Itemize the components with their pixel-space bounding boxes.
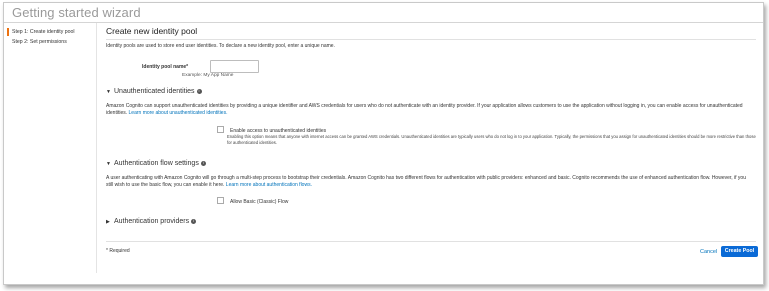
- steps-sidebar: Step 1: Create identity pool Step 2: Set…: [4, 27, 94, 47]
- auth-flow-learn-more-link[interactable]: Learn more about authentication flows.: [226, 182, 312, 188]
- wizard-window: Getting started wizard Step 1: Create id…: [3, 2, 764, 285]
- auth-providers-section-toggle[interactable]: ▶ Authentication providers i: [106, 217, 197, 227]
- auth-providers-section-title: Authentication providers: [114, 218, 190, 225]
- unauth-section-title: Unauthenticated identities: [114, 88, 195, 95]
- info-icon[interactable]: i: [200, 161, 206, 166]
- auth-flow-description: A user authenticating with Amazon Cognit…: [106, 175, 751, 188]
- basic-flow-checkbox[interactable]: [217, 197, 224, 204]
- auth-flow-section-toggle[interactable]: ▼ Authentication flow settings i: [106, 159, 206, 169]
- unauth-checkbox[interactable]: [217, 126, 224, 133]
- step-create-identity-pool[interactable]: Step 1: Create identity pool: [4, 27, 94, 37]
- caret-down-icon: ▼: [106, 161, 111, 167]
- basic-flow-checkbox-row[interactable]: Allow Basic (Classic) Flow: [217, 197, 288, 205]
- title-rule: [106, 39, 756, 40]
- auth-flow-section-title: Authentication flow settings: [114, 160, 199, 167]
- unauth-learn-more-link[interactable]: Learn more about unauthenticated identit…: [129, 110, 228, 116]
- basic-flow-checkbox-label: Allow Basic (Classic) Flow: [230, 199, 289, 205]
- caret-right-icon: ▶: [106, 219, 110, 225]
- pool-name-row: Identity pool name* Example: My App Name: [106, 59, 756, 81]
- pool-name-label: Identity pool name*: [142, 64, 189, 70]
- step-set-permissions[interactable]: Step 2: Set permissions: [4, 37, 94, 47]
- unauth-description: Amazon Cognito can support unauthenticat…: [106, 103, 751, 116]
- unauth-section-toggle[interactable]: ▼ Unauthenticated identities i: [106, 87, 202, 97]
- unauth-checkbox-row[interactable]: Enable access to unauthenticated identit…: [217, 126, 326, 134]
- info-icon[interactable]: i: [191, 219, 197, 224]
- intro-text: Identity pools are used to store end use…: [106, 43, 335, 49]
- required-note: * Required: [106, 248, 130, 254]
- footer-rule: [106, 241, 756, 242]
- auth-flow-text: A user authenticating with Amazon Cognit…: [106, 175, 746, 188]
- wizard-title: Getting started wizard: [12, 5, 141, 20]
- pool-name-example: Example: My App Name: [182, 73, 234, 78]
- caret-down-icon: ▼: [106, 89, 111, 95]
- unauth-fine-print: Enabling this option means that anyone w…: [227, 134, 756, 145]
- cancel-button[interactable]: Cancel: [700, 249, 717, 255]
- main-panel: Create new identity pool Identity pools …: [106, 25, 758, 257]
- pool-name-input[interactable]: [210, 60, 259, 73]
- title-divider: [4, 22, 763, 23]
- page-title: Create new identity pool: [106, 26, 198, 36]
- sidebar-divider: [96, 23, 97, 273]
- info-icon[interactable]: i: [196, 89, 202, 94]
- create-pool-button[interactable]: Create Pool: [721, 246, 758, 257]
